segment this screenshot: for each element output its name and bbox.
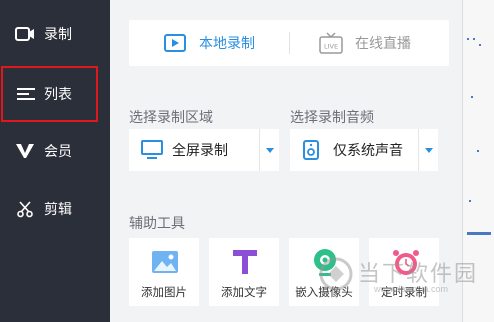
tool-label: 添加图片: [141, 287, 187, 299]
webcam-icon: [311, 248, 339, 276]
preview-strip: [462, 0, 494, 322]
alarm-clock-icon: [391, 248, 419, 276]
sidebar-item-vip[interactable]: 会员: [0, 122, 110, 180]
sidebar-item-record[interactable]: 录制: [0, 5, 110, 63]
tool-label: 添加文字: [221, 287, 267, 299]
speaker-icon: [302, 140, 320, 163]
scissors-icon: [14, 198, 36, 220]
sidebar-item-list[interactable]: 列表: [1, 66, 98, 122]
scheduled-record-button[interactable]: 定时录制: [369, 238, 439, 306]
image-icon: [151, 248, 179, 276]
tools-label: 辅助工具: [129, 215, 185, 231]
main-panel: 本地录制 LIVE 在线直播 选择录制区域 选择录制音频 全屏录制 仅系统声音 …: [110, 0, 462, 322]
text-icon: [231, 248, 259, 276]
tab-divider: [289, 32, 290, 54]
sidebar-item-label: 录制: [44, 26, 72, 42]
tool-label: 嵌入摄像头: [295, 287, 353, 299]
record-area-label: 选择录制区域: [129, 109, 213, 125]
record-audio-value: 仅系统声音: [333, 142, 403, 158]
add-text-button[interactable]: 添加文字: [209, 238, 279, 306]
embed-camera-button[interactable]: 嵌入摄像头: [289, 238, 359, 306]
tab-live-stream[interactable]: LIVE 在线直播: [319, 20, 411, 66]
chevron-down-icon[interactable]: [418, 129, 438, 171]
mode-tabs: 本地录制 LIVE 在线直播: [129, 20, 449, 66]
play-screen-icon: [163, 32, 187, 54]
svg-text:LIVE: LIVE: [324, 43, 338, 51]
sidebar: 录制 列表 会员 剪辑: [0, 0, 110, 322]
record-audio-select[interactable]: 仅系统声音: [290, 129, 438, 171]
tab-label: 在线直播: [355, 35, 411, 51]
sidebar-item-label: 列表: [44, 86, 72, 102]
live-tv-icon: LIVE: [319, 32, 343, 54]
monitor-icon: [141, 140, 163, 163]
chevron-down-icon[interactable]: [259, 129, 279, 171]
tab-label: 本地录制: [199, 35, 255, 51]
tool-label: 定时录制: [381, 287, 427, 299]
list-icon: [15, 83, 37, 105]
sidebar-item-label: 会员: [44, 143, 72, 159]
sidebar-item-label: 剪辑: [44, 201, 72, 217]
record-audio-label: 选择录制音频: [290, 109, 374, 125]
video-camera-icon: [14, 23, 36, 45]
tab-local-record[interactable]: 本地录制: [163, 20, 255, 66]
record-area-select[interactable]: 全屏录制: [129, 129, 279, 171]
vip-icon: [14, 140, 36, 162]
sidebar-item-edit[interactable]: 剪辑: [0, 180, 110, 238]
add-image-button[interactable]: 添加图片: [129, 238, 199, 306]
record-area-value: 全屏录制: [172, 142, 228, 158]
